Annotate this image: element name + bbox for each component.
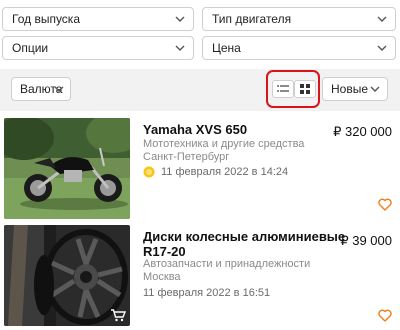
chevron-down-icon — [175, 16, 185, 22]
chevron-down-icon — [54, 86, 64, 92]
listing-title-line: Диски колесные алюминиевые — [143, 229, 346, 244]
list-view-button[interactable] — [272, 80, 294, 98]
price-select-label: Цена — [212, 41, 241, 55]
listing-title[interactable]: Диски колесные алюминиевые R17-20 — [143, 229, 345, 259]
listing-title-line: R17-20 — [143, 244, 186, 259]
listing-city: Москва — [143, 271, 181, 283]
chevron-down-icon — [370, 86, 380, 92]
engine-type-select[interactable]: Тип двигателя — [202, 7, 396, 31]
year-select[interactable]: Год выпуска — [2, 7, 194, 31]
listing-date: 11 февраля 2022 в 16:51 — [143, 287, 271, 299]
chevron-down-icon — [377, 16, 387, 22]
grid-view-icon — [300, 84, 310, 94]
listing-city: Санкт-Петербург — [143, 151, 230, 163]
favorite-heart-icon[interactable] — [378, 198, 392, 211]
options-select[interactable]: Опции — [2, 36, 194, 60]
favorite-heart-icon[interactable] — [378, 309, 392, 322]
currency-select[interactable]: Валюта — [11, 77, 71, 101]
listing-card[interactable]: Yamaha XVS 650 ₽ 320 000 Мототехника и д… — [0, 118, 400, 220]
listing-toolbar: Валюта Новые — [0, 69, 400, 111]
chevron-down-icon — [175, 45, 185, 51]
shopping-cart-icon — [111, 309, 126, 322]
sort-select-label: Новые — [331, 82, 369, 96]
listing-category: Мототехника и другие средства — [143, 138, 305, 150]
list-view-icon — [277, 85, 289, 92]
options-select-label: Опции — [12, 41, 49, 55]
price-select[interactable]: Цена — [202, 36, 396, 60]
listing-category: Автозапчасти и принадлежности — [143, 258, 311, 270]
motorcycle-photo — [4, 118, 130, 219]
grid-view-button[interactable] — [294, 80, 316, 98]
coin-icon — [143, 166, 155, 178]
year-select-label: Год выпуска — [12, 12, 80, 26]
engine-type-select-label: Тип двигателя — [212, 12, 292, 26]
listing-price: ₽ 320 000 — [333, 124, 392, 139]
view-mode-toggle — [266, 70, 320, 108]
listing-card[interactable]: Диски колесные алюминиевые R17-20 ₽ 39 0… — [0, 225, 400, 330]
chevron-down-icon — [377, 45, 387, 51]
listing-photo[interactable] — [4, 118, 130, 219]
listing-title[interactable]: Yamaha XVS 650 — [143, 122, 247, 137]
listing-price: ₽ 39 000 — [340, 233, 392, 248]
sort-select[interactable]: Новые — [322, 77, 388, 101]
listing-date: 11 февраля 2022 в 14:24 — [161, 166, 289, 178]
